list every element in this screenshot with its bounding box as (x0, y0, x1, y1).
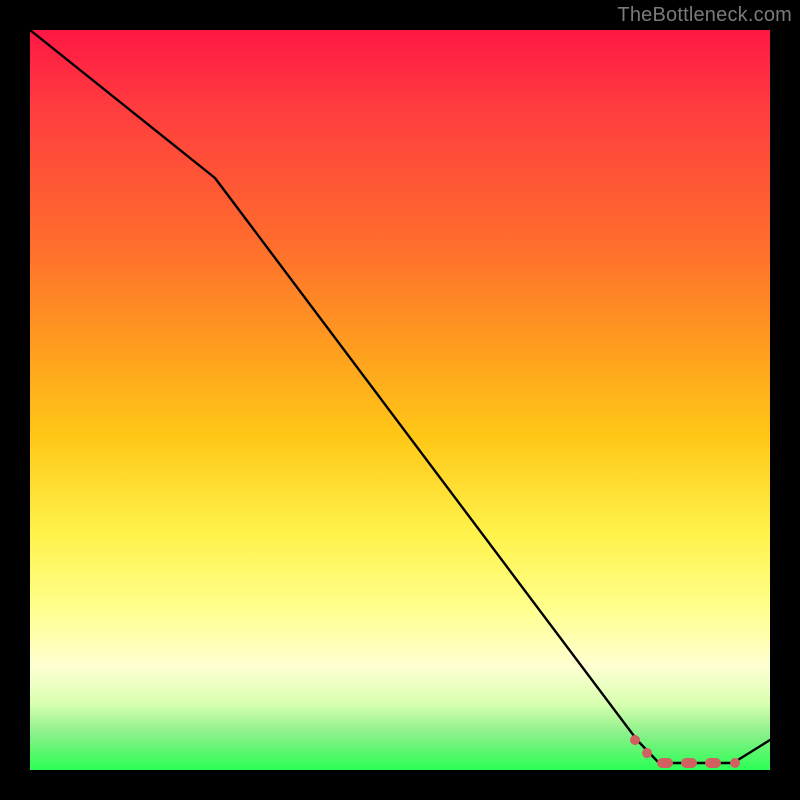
highlight-dash (705, 758, 721, 768)
highlight-dash (628, 733, 642, 747)
curve-line (30, 30, 770, 770)
highlight-end-dot (730, 758, 740, 768)
highlight-dash (640, 746, 654, 760)
highlight-dashes (30, 30, 770, 770)
plot-area (30, 30, 770, 770)
highlight-dash (657, 758, 673, 768)
highlight-dash (681, 758, 697, 768)
watermark-text: TheBottleneck.com (617, 4, 792, 27)
chart-stage: TheBottleneck.com (0, 0, 800, 800)
